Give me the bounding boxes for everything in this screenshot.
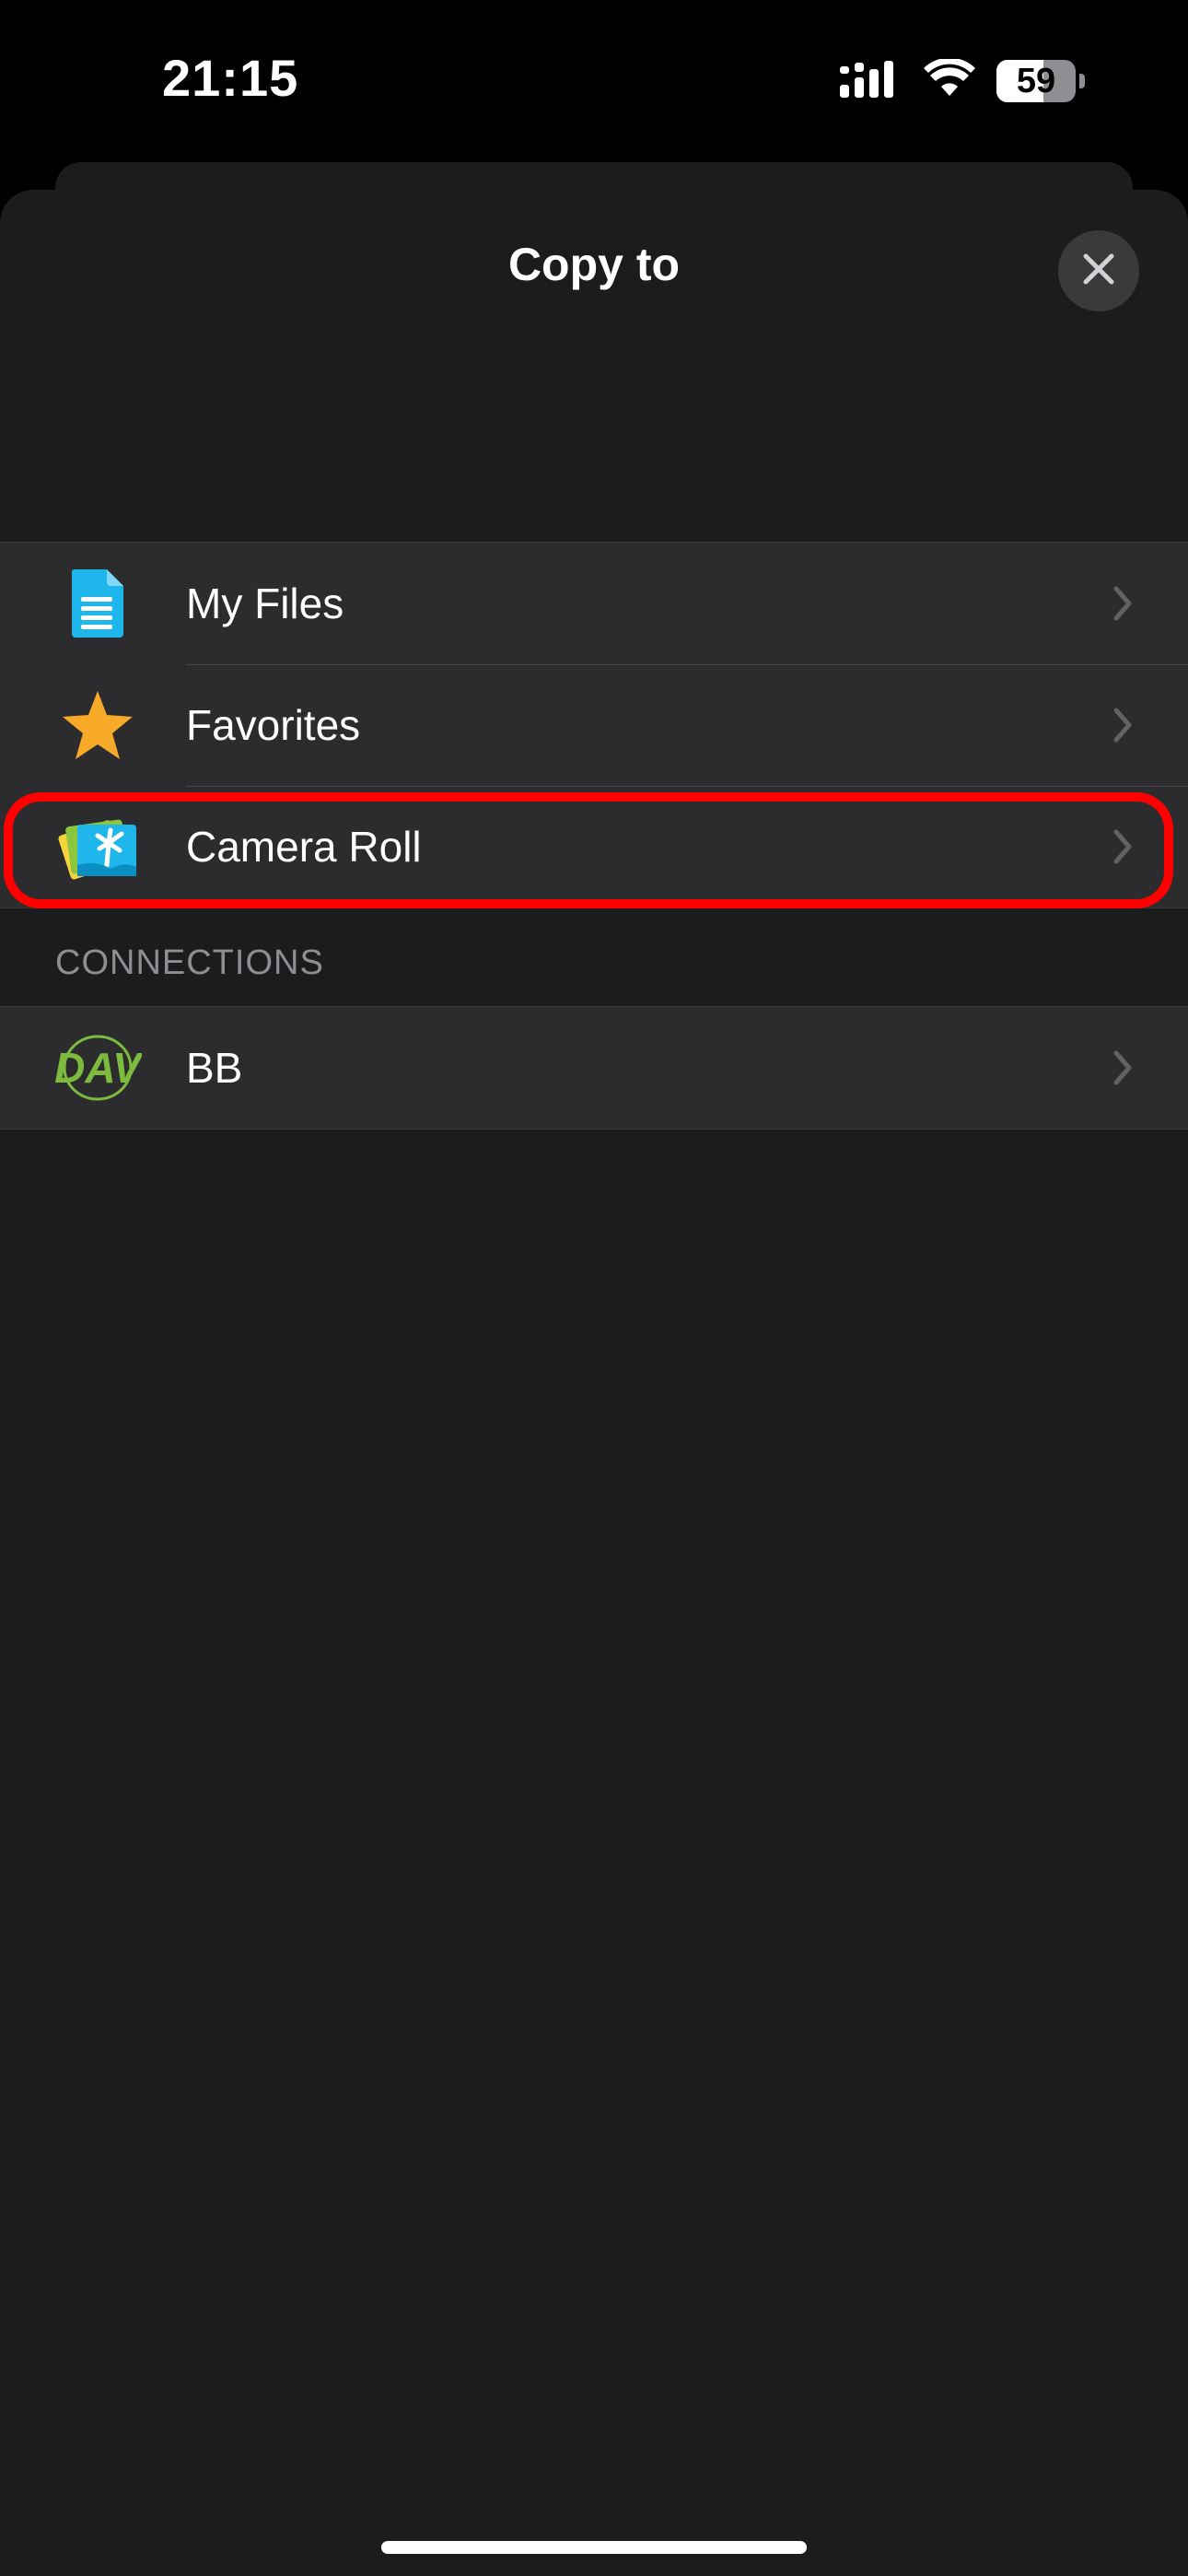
status-icons: 59	[838, 55, 1085, 107]
status-bar: 21:15 59	[0, 0, 1188, 166]
list-item-label: My Files	[186, 580, 344, 627]
battery-nub	[1079, 74, 1085, 88]
wifi-icon	[923, 57, 976, 104]
sheet-title: Copy to	[507, 239, 681, 290]
webdav-icon-text: DAV	[54, 1044, 142, 1092]
close-button[interactable]	[1058, 230, 1139, 311]
close-icon	[1080, 251, 1117, 292]
section-header-connections: CONNECTIONS	[55, 943, 324, 982]
list-item-bb[interactable]: DAV BB	[0, 1007, 1188, 1129]
chevron-right-icon	[1109, 583, 1136, 624]
chevron-right-icon	[1109, 1048, 1136, 1088]
chevron-right-icon	[1109, 705, 1136, 745]
list-item-my-files[interactable]: My Files	[0, 543, 1188, 664]
locations-list: My Files Favorites Camera Roll	[0, 542, 1188, 908]
star-icon	[53, 681, 142, 769]
chevron-right-icon	[1109, 826, 1136, 867]
connections-list: DAV BB	[0, 1006, 1188, 1130]
list-item-label: Favorites	[186, 701, 361, 749]
cellular-signal-icon	[838, 59, 903, 104]
list-item-camera-roll[interactable]: Camera Roll	[0, 786, 1188, 907]
battery-icon: 59	[996, 60, 1076, 102]
list-item-favorites[interactable]: Favorites	[0, 664, 1188, 786]
status-time: 21:15	[162, 49, 299, 107]
photos-icon	[53, 802, 142, 891]
document-icon	[53, 559, 142, 648]
list-item-label: BB	[186, 1044, 243, 1092]
home-indicator[interactable]	[381, 2541, 807, 2554]
webdav-icon: DAV	[53, 1024, 142, 1112]
battery-level: 59	[1016, 61, 1056, 100]
list-item-label: Camera Roll	[186, 823, 422, 871]
